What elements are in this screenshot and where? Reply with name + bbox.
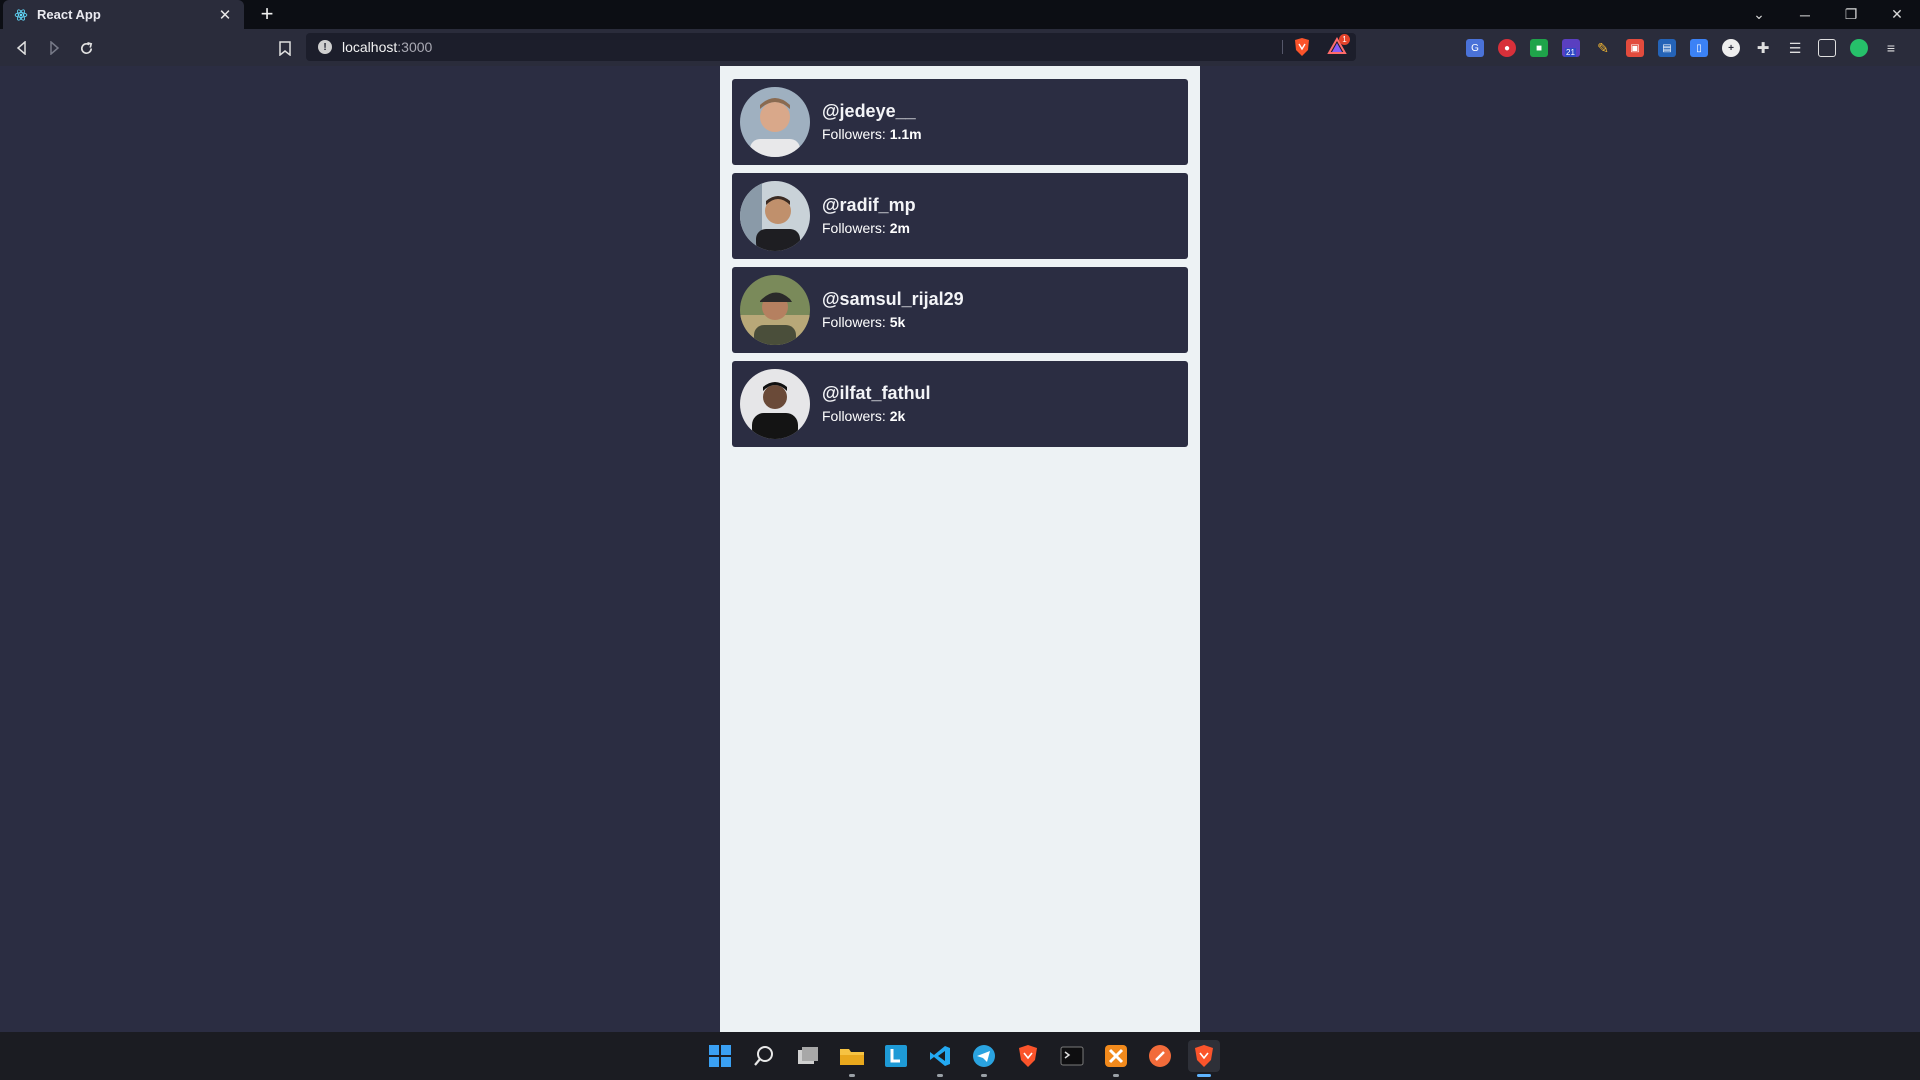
terminal-icon[interactable] — [1056, 1040, 1088, 1072]
site-info-icon[interactable]: ! — [318, 40, 332, 54]
add-circle-extension-icon[interactable]: + — [1722, 39, 1740, 57]
username: @samsul_rijal29 — [822, 289, 964, 309]
profile-card[interactable]: @radif_mp Followers: 2m — [732, 173, 1188, 259]
brave-rewards-icon[interactable]: 1 — [1327, 34, 1351, 57]
followers-label: Followers: — [822, 126, 886, 142]
menu-icon[interactable]: ≡ — [1882, 39, 1900, 57]
profile-card[interactable]: @ilfat_fathul Followers: 2k — [732, 361, 1188, 447]
followers-count: 1.1m — [889, 126, 922, 142]
avatar — [740, 369, 810, 439]
calendar-extension-icon[interactable]: 21 — [1562, 39, 1580, 57]
restore-icon[interactable]: ❐ — [1828, 0, 1874, 29]
followers-label: Followers: — [822, 220, 886, 236]
extensions-row: G ● ■ 21 ✎ ▣ ▤ ▯ + ✚ ☰ ≡ — [1466, 36, 1914, 60]
puzzle-extensions-icon[interactable]: ✚ — [1754, 39, 1772, 57]
reload-icon[interactable] — [75, 37, 97, 59]
url-port: :3000 — [397, 39, 433, 55]
tab-close-icon[interactable]: ✕ — [216, 6, 234, 24]
followers-count: 2m — [889, 220, 910, 236]
running-indicator — [937, 1074, 943, 1077]
xampp-icon[interactable] — [1100, 1040, 1132, 1077]
lockbox-icon[interactable] — [880, 1040, 912, 1072]
followers-count: 2k — [889, 408, 906, 424]
profile-card[interactable]: @samsul_rijal29 Followers: 5k — [732, 267, 1188, 353]
back-icon[interactable] — [11, 37, 33, 59]
followers-line: Followers: 2m — [822, 218, 916, 238]
page-viewport: @jedeye__ Followers: 1.1m @radif_mp Foll… — [0, 66, 1920, 1032]
new-tab-icon[interactable]: + — [256, 3, 278, 25]
screen-extension-icon[interactable]: ▤ — [1658, 39, 1676, 57]
rewards-badge: 1 — [1339, 34, 1350, 45]
omnibox-separator — [1282, 40, 1283, 54]
tab-title: React App — [37, 7, 101, 22]
running-indicator — [849, 1074, 855, 1077]
brave-shields-icon[interactable] — [1293, 37, 1311, 57]
react-favicon-icon — [13, 7, 29, 23]
minimize-icon[interactable]: ─ — [1782, 0, 1828, 29]
postman-icon[interactable] — [1144, 1040, 1176, 1072]
red-extension-icon[interactable]: ● — [1498, 39, 1516, 57]
reading-list-icon[interactable]: ☰ — [1786, 39, 1804, 57]
forward-icon[interactable] — [43, 37, 65, 59]
window-controls: ⌄ ─ ❐ ✕ — [1736, 0, 1920, 29]
running-indicator — [1113, 1074, 1119, 1077]
running-indicator — [1197, 1074, 1211, 1077]
close-window-icon[interactable]: ✕ — [1874, 0, 1920, 29]
username: @radif_mp — [822, 195, 916, 215]
file-explorer-icon[interactable] — [836, 1040, 868, 1077]
extension-badge: 21 — [1565, 48, 1576, 57]
brave-active-icon[interactable] — [1188, 1040, 1220, 1077]
brave-icon[interactable] — [1012, 1040, 1044, 1072]
avatar — [740, 275, 810, 345]
pen-extension-icon[interactable]: ✎ — [1594, 39, 1612, 57]
vscode-icon[interactable] — [924, 1040, 956, 1077]
username: @ilfat_fathul — [822, 383, 931, 403]
avatar — [740, 87, 810, 157]
tab-strip: React App ✕ + ⌄ ─ ❐ ✕ — [0, 0, 1920, 29]
windows-start-icon[interactable] — [704, 1040, 736, 1072]
task-view-icon[interactable] — [792, 1040, 824, 1072]
green-extension-icon[interactable]: ■ — [1530, 39, 1548, 57]
docs-extension-icon[interactable]: ▯ — [1690, 39, 1708, 57]
followers-line: Followers: 1.1m — [822, 124, 922, 144]
tab-react-app[interactable]: React App ✕ — [3, 0, 244, 29]
profile-avatar-icon[interactable] — [1850, 39, 1868, 57]
address-bar[interactable]: ! localhost:3000 — [306, 33, 1356, 61]
wallet-icon[interactable] — [1818, 39, 1836, 57]
username: @jedeye__ — [822, 101, 916, 121]
followers-line: Followers: 2k — [822, 406, 931, 426]
profile-card[interactable]: @jedeye__ Followers: 1.1m — [732, 79, 1188, 165]
url-host: localhost — [342, 39, 398, 55]
tab-search-chevron-icon[interactable]: ⌄ — [1736, 0, 1782, 29]
followers-count: 5k — [889, 314, 906, 330]
running-indicator — [981, 1074, 987, 1077]
telegram-icon[interactable] — [968, 1040, 1000, 1077]
app-container: @jedeye__ Followers: 1.1m @radif_mp Foll… — [720, 66, 1200, 1032]
search-icon[interactable] — [748, 1040, 780, 1072]
followers-label: Followers: — [822, 314, 886, 330]
avatar — [740, 181, 810, 251]
followers-label: Followers: — [822, 408, 886, 424]
windows-taskbar — [0, 1032, 1920, 1080]
followers-line: Followers: 5k — [822, 312, 964, 332]
bookmark-icon[interactable] — [274, 37, 296, 59]
gift-extension-icon[interactable]: ▣ — [1626, 39, 1644, 57]
translate-extension-icon[interactable]: G — [1466, 39, 1484, 57]
